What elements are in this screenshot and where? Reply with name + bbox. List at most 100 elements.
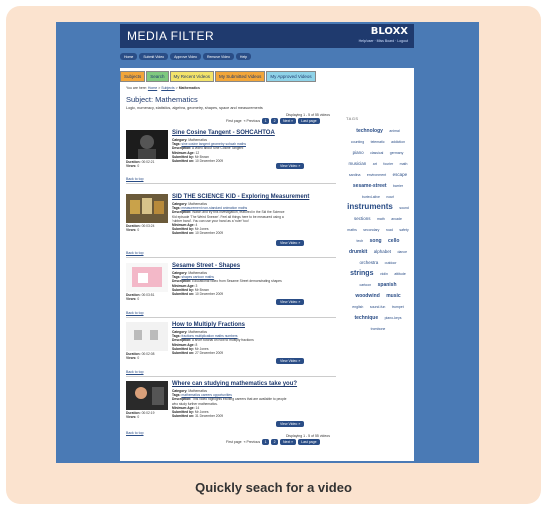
- video-title-link[interactable]: Sesame Street - Shapes: [172, 263, 240, 269]
- tag-link[interactable]: sound-fun: [370, 305, 386, 309]
- video-thumbnail[interactable]: [126, 263, 168, 292]
- thumbnail-image: [126, 263, 168, 292]
- tag-link[interactable]: telematic: [371, 140, 385, 144]
- tag-link[interactable]: buried-alive: [362, 195, 380, 199]
- tag-link[interactable]: art: [373, 162, 377, 166]
- tag-link[interactable]: piano: [353, 150, 364, 155]
- tab-subjects[interactable]: Subjects: [120, 71, 146, 82]
- tag-link[interactable]: arcade: [391, 217, 402, 221]
- breadcrumb-separator: >: [175, 86, 178, 90]
- tag-link[interactable]: piano-keys: [385, 316, 402, 320]
- tag-link[interactable]: fourier: [383, 162, 393, 166]
- user-links[interactable]: Help/user · Miss Board · Logout: [359, 39, 408, 43]
- video-title-link[interactable]: SID THE SCIENCE KID - Exploring Measurem…: [172, 194, 309, 200]
- tag-link[interactable]: animal: [389, 129, 399, 133]
- tag-link[interactable]: road: [386, 228, 393, 232]
- nav-approve-video-button[interactable]: Approve Video: [170, 53, 202, 60]
- tag-link[interactable]: environment: [367, 173, 386, 177]
- back-to-top-link[interactable]: Back to top: [126, 251, 144, 255]
- tag-link[interactable]: trumpet: [392, 305, 404, 309]
- tab-search[interactable]: Search: [146, 71, 169, 82]
- last-page-button[interactable]: Last page: [298, 118, 320, 124]
- tag-link[interactable]: math: [400, 162, 408, 166]
- tab-my-recent-videos[interactable]: My Recent Videos: [169, 71, 214, 82]
- nav-help-button[interactable]: Help: [235, 53, 252, 60]
- tag-link[interactable]: spanish: [378, 282, 397, 288]
- next-button[interactable]: Next »: [280, 439, 297, 445]
- video-title-link[interactable]: Where can studying mathematics take you?: [172, 381, 297, 387]
- video-thumbnail[interactable]: [126, 381, 168, 410]
- breadcrumb-subjects-link[interactable]: Subjects: [161, 86, 174, 90]
- tag-link[interactable]: sound: [399, 206, 409, 210]
- divider: [126, 257, 336, 258]
- tag-link[interactable]: counting: [351, 140, 364, 144]
- tag-link[interactable]: escape: [393, 172, 408, 177]
- tag-link[interactable]: cartoon: [359, 283, 371, 287]
- video-title-link[interactable]: How to Multiply Fractions: [172, 322, 245, 328]
- tag-link[interactable]: nourl: [386, 195, 394, 199]
- page-2-button[interactable]: 2: [271, 118, 279, 124]
- tag-link[interactable]: english: [352, 305, 363, 309]
- video-thumbnail[interactable]: [126, 194, 168, 223]
- previous-link[interactable]: « Previous: [244, 119, 261, 123]
- tag-link[interactable]: violin: [380, 272, 388, 276]
- tag-link[interactable]: song: [370, 238, 382, 244]
- back-to-top-link[interactable]: Back to top: [126, 431, 144, 435]
- video-thumbnail[interactable]: [126, 130, 168, 159]
- nav-submit-video-button[interactable]: Submit Video: [139, 53, 169, 60]
- tag-link[interactable]: safety: [399, 228, 408, 232]
- page-1-button[interactable]: 1: [262, 439, 270, 445]
- tag-link[interactable]: technology: [356, 128, 383, 134]
- tag-link[interactable]: germany: [390, 151, 404, 155]
- next-button[interactable]: Next »: [280, 118, 297, 124]
- page-1-button[interactable]: 1: [262, 118, 270, 124]
- video-title-link[interactable]: Sine Cosine Tangent - SOHCAHTOA: [172, 130, 275, 136]
- back-to-top-link[interactable]: Back to top: [126, 311, 144, 315]
- tag-link[interactable]: dance: [397, 250, 407, 254]
- video-stats: Duration: 00:02:08 Views: 0: [126, 352, 155, 360]
- tag-link[interactable]: sesame-street: [353, 183, 387, 189]
- tag-link[interactable]: barrier: [393, 184, 403, 188]
- view-video-button[interactable]: View Video »: [276, 163, 305, 169]
- tag-link[interactable]: addiction: [391, 140, 405, 144]
- first-page-link[interactable]: First page: [226, 440, 242, 444]
- back-to-top-link[interactable]: Back to top: [126, 177, 144, 181]
- divider: [126, 183, 336, 184]
- view-video-button[interactable]: View Video »: [276, 240, 305, 246]
- tag-link[interactable]: music: [386, 293, 400, 299]
- tag-link[interactable]: sections: [354, 216, 371, 221]
- previous-link[interactable]: « Previous: [244, 440, 261, 444]
- nav-home-button[interactable]: Home: [120, 53, 138, 60]
- first-page-link[interactable]: First page: [226, 119, 242, 123]
- tag-link[interactable]: sardina: [349, 173, 360, 177]
- tag-link[interactable]: classical: [370, 151, 383, 155]
- view-video-button[interactable]: View Video »: [276, 421, 305, 427]
- tag-link[interactable]: outdoor: [385, 261, 397, 265]
- tag-link[interactable]: cello: [388, 238, 399, 244]
- nav-remove-video-button[interactable]: Remove Video: [203, 53, 234, 60]
- tag-link[interactable]: strings: [350, 270, 373, 277]
- tag-link[interactable]: attitude: [394, 272, 405, 276]
- breadcrumb-home-link[interactable]: Home: [148, 86, 157, 90]
- tab-my-approved-videos[interactable]: My Approved Videos: [266, 71, 316, 82]
- tag-link[interactable]: maths: [347, 228, 357, 232]
- tag-link[interactable]: drumkit: [349, 249, 367, 255]
- view-video-button[interactable]: View Video »: [276, 299, 305, 305]
- tag-link[interactable]: woodwind: [355, 293, 379, 299]
- breadcrumb-prefix: You are here:: [126, 86, 147, 90]
- last-page-button[interactable]: Last page: [298, 439, 320, 445]
- tag-link[interactable]: orchestra: [359, 260, 378, 265]
- tag-link[interactable]: technique: [354, 315, 378, 321]
- tag-link[interactable]: musician: [349, 161, 367, 166]
- page-2-button[interactable]: 2: [271, 439, 279, 445]
- tag-link[interactable]: tech: [357, 239, 364, 243]
- tag-link[interactable]: math: [377, 217, 385, 221]
- tab-my-submitted-videos[interactable]: My Submitted Videos: [214, 71, 266, 82]
- tag-link[interactable]: trombone: [371, 327, 386, 331]
- tag-link[interactable]: secondary: [363, 228, 379, 232]
- back-to-top-link[interactable]: Back to top: [126, 370, 144, 374]
- view-video-button[interactable]: View Video »: [276, 358, 305, 364]
- tag-link[interactable]: alphabet: [374, 249, 391, 254]
- video-thumbnail[interactable]: [126, 322, 168, 351]
- tag-link[interactable]: instruments: [347, 202, 393, 211]
